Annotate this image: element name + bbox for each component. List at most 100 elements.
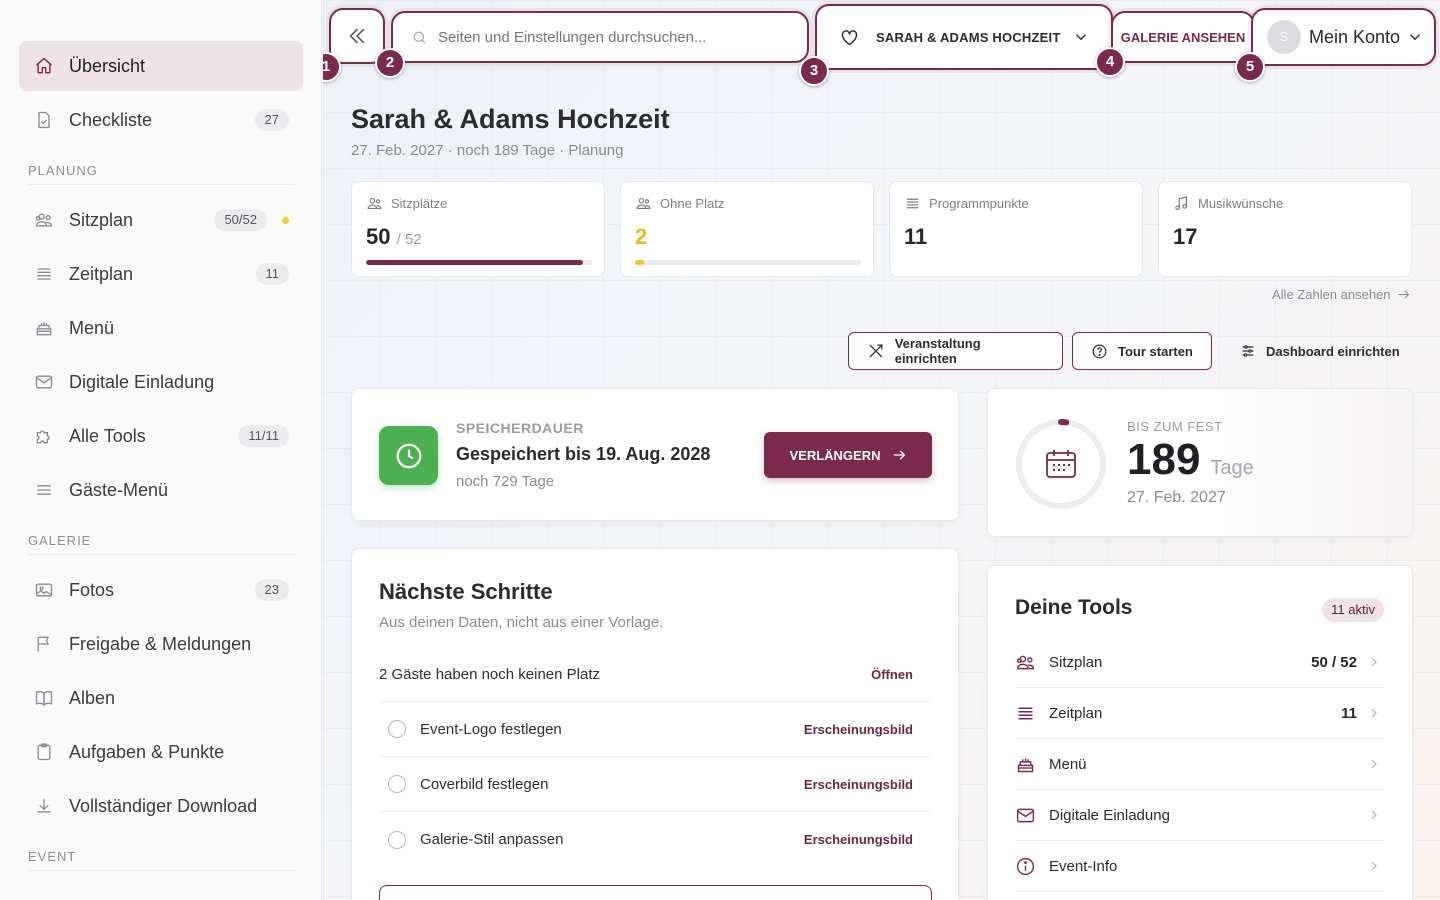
chevron-right-icon [1371, 708, 1377, 718]
section-heading-galerie: GALERIE [28, 519, 295, 555]
step-checkbox[interactable] [388, 830, 406, 849]
stat-progress-bar [635, 260, 861, 265]
users-icon [367, 197, 382, 210]
stat-card-programmpunkte[interactable]: Programmpunkte 11 [889, 181, 1143, 277]
sidebar-item-label: Übersicht [69, 55, 146, 76]
sidebar-item-sitzplan[interactable]: Sitzplan 50/52 [19, 195, 303, 245]
tool-value: 11 [1341, 704, 1357, 722]
search-box[interactable] [391, 11, 809, 63]
step-action-link[interactable]: Erscheinungsbild [804, 777, 913, 792]
extend-button[interactable]: VERLÄNGERN [764, 432, 932, 478]
topbar: SARAH & ADAMS HOCHZEIT GALERIE ANSEHEN S… [323, 0, 1440, 86]
music-note-icon [1175, 196, 1188, 211]
count-badge: 27 [254, 109, 289, 131]
storage-title: Gespeichert bis 19. Aug. 2028 [456, 444, 711, 464]
tool-row-menue[interactable]: Menü [1015, 739, 1385, 790]
tool-row-digitale-einladung[interactable]: Digitale Einladung [1015, 790, 1385, 841]
cake-icon [1017, 757, 1034, 772]
puzzle-icon [36, 430, 50, 444]
tour-marker-3: 3 [799, 56, 829, 86]
section-heading-event: EVENT [28, 835, 295, 871]
tool-row-zeitplan[interactable]: Zeitplan 11 [1015, 688, 1385, 739]
sidebar-item-label: Fotos [69, 579, 115, 600]
sidebar-item-zeitplan[interactable]: Zeitplan 11 [19, 249, 303, 299]
sidebar-item-menue[interactable]: Menü [19, 303, 303, 353]
stat-progress-fill [635, 260, 645, 265]
stat-card-ohne-platz[interactable]: Ohne Platz 2 [620, 181, 874, 277]
page-title: Sarah & Adams Hochzeit [351, 104, 670, 134]
stat-label: Ohne Platz [660, 196, 725, 211]
tool-label: Menü [1049, 755, 1087, 773]
chevron-right-icon [1371, 657, 1377, 667]
step-action-link[interactable]: Öffnen [871, 667, 913, 682]
account-label: Mein Konto [1309, 26, 1401, 47]
step-label: Event-Logo festlegen [420, 720, 562, 738]
stat-value: 2 [635, 224, 648, 249]
step-action-link[interactable]: Erscheinungsbild [804, 722, 913, 737]
gallery-view-label: GALERIE ANSEHEN [1120, 29, 1246, 45]
countdown-ring-track [1016, 419, 1106, 509]
stat-value: 11 [904, 224, 928, 249]
countdown-date: 27. Feb. 2027 [1127, 489, 1226, 506]
sidebar-item-alben[interactable]: Alben [19, 673, 303, 723]
menu-icon [37, 485, 51, 495]
event-selector-label: SARAH & ADAMS HOCHZEIT [876, 29, 1061, 45]
storage-card: SPEICHERDAUER Gespeichert bis 19. Aug. 2… [351, 388, 959, 521]
tool-label: Digitale Einladung [1049, 806, 1170, 824]
storage-icon-tile [379, 426, 438, 485]
sidebar-item-digitale-einladung[interactable]: Digitale Einladung [19, 357, 303, 407]
search-input[interactable] [437, 28, 807, 46]
account-menu[interactable]: S Mein Konto [1251, 8, 1436, 66]
arrow-right-icon [893, 450, 905, 460]
event-selector[interactable]: SARAH & ADAMS HOCHZEIT [815, 4, 1113, 70]
stat-total: / 52 [396, 231, 422, 248]
stat-progress-fill [366, 260, 583, 265]
sliders-icon [1242, 345, 1254, 357]
tool-label: Zeitplan [1049, 704, 1103, 722]
next-steps-card: Nächste Schritte Aus deinen Daten, nicht… [351, 548, 959, 900]
step-action-link[interactable]: Erscheinungsbild [804, 832, 913, 847]
search-icon [413, 31, 426, 44]
download-icon [37, 799, 51, 813]
tool-row-event-info[interactable]: Event-Info [1015, 841, 1385, 892]
sidebar-item-label: Digitale Einladung [69, 371, 215, 392]
tool-row-sitzplan[interactable]: Sitzplan 50 / 52 [1015, 637, 1385, 688]
setup-event-button[interactable]: Veranstaltung einrichten [848, 332, 1063, 370]
list-icon [906, 198, 919, 209]
count-badge: 50/52 [214, 209, 267, 231]
users-icon [1016, 655, 1035, 669]
start-tour-button[interactable]: Tour starten [1072, 332, 1212, 370]
sidebar-item-aufgaben[interactable]: Aufgaben & Punkte [19, 727, 303, 777]
list-item: Event-Logo festlegen Erscheinungsbild [379, 702, 931, 757]
flag-icon [37, 636, 50, 652]
sidebar-item-gaeste-menue[interactable]: Gäste-Menü [19, 465, 303, 515]
sidebar-item-label: Alle Tools [69, 425, 146, 446]
dashboard-settings-button[interactable]: Dashboard einrichten [1240, 332, 1400, 370]
tools-active-badge: 11 aktiv [1322, 598, 1384, 622]
sidebar-item-alle-tools[interactable]: Alle Tools 11/11 [19, 411, 303, 461]
sidebar-item-label: Sitzplan [69, 209, 134, 230]
sidebar-item-download[interactable]: Vollständiger Download [19, 781, 303, 831]
mail-icon [1016, 808, 1035, 822]
sidebar-item-freigabe[interactable]: Freigabe & Meldungen [19, 619, 303, 669]
stat-card-sitzplaetze[interactable]: Sitzplätze 50 / 52 [351, 181, 605, 277]
clipboard-icon [37, 743, 51, 761]
sidebar: Übersicht Checkliste 27 PLANUNG Sitzplan… [0, 0, 322, 900]
show-all-steps-button[interactable] [379, 885, 932, 900]
dashboard-settings-label: Dashboard einrichten [1266, 343, 1400, 359]
gallery-view-button[interactable]: GALERIE ANSEHEN [1111, 11, 1255, 63]
step-checkbox[interactable] [388, 720, 406, 738]
tool-value: 50 / 52 [1311, 653, 1357, 671]
sidebar-item-checkliste[interactable]: Checkliste 27 [19, 95, 303, 145]
stat-value: 50 [366, 224, 391, 249]
sidebar-item-label: Alben [69, 687, 116, 708]
extend-label: VERLÄNGERN [789, 447, 881, 463]
step-label: Galerie-Stil anpassen [420, 831, 564, 848]
stat-progress-bar [366, 260, 592, 265]
stat-label: Sitzplätze [391, 196, 448, 211]
sidebar-item-uebersicht[interactable]: Übersicht [19, 41, 303, 91]
stat-card-musikwuensche[interactable]: Musikwünsche 17 [1158, 181, 1412, 277]
sidebar-item-fotos[interactable]: Fotos 23 [19, 565, 303, 615]
all-numbers-link[interactable]: Alle Zahlen ansehen [1272, 287, 1411, 302]
step-checkbox[interactable] [388, 775, 406, 793]
